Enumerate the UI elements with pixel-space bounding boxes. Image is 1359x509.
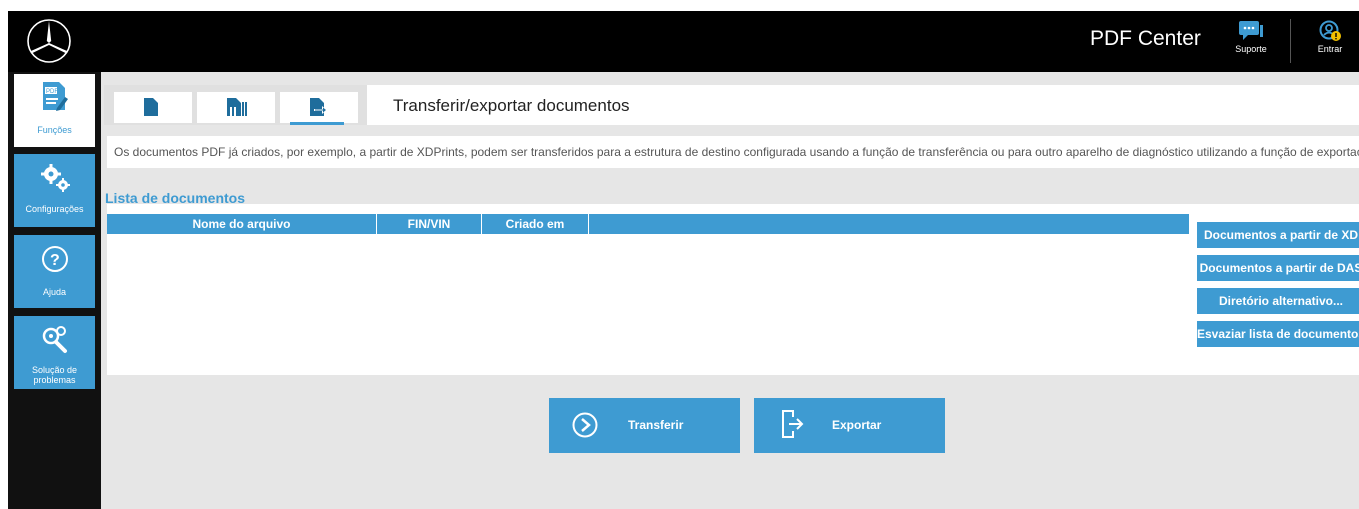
- alternative-directory-button[interactable]: Diretório alternativo...: [1197, 288, 1359, 314]
- export-icon: [782, 410, 804, 438]
- transfer-label: Transferir: [628, 418, 684, 432]
- svg-text:?: ?: [50, 252, 60, 269]
- tab-document-stack[interactable]: [197, 92, 275, 123]
- gears-icon: [41, 164, 70, 192]
- support-label: Suporte: [1235, 44, 1267, 54]
- export-label: Exportar: [832, 418, 882, 432]
- divider: [1290, 19, 1291, 63]
- sidebar-item-ajuda[interactable]: ? Ajuda: [14, 235, 95, 308]
- clear-document-list-button[interactable]: Esvaziar lista de documentos: [1197, 321, 1359, 347]
- table-header: Nome do arquivo FIN/VIN Criado em: [107, 214, 1189, 234]
- active-tab-indicator: [290, 122, 344, 125]
- document-stack-icon: [227, 98, 247, 116]
- top-bar: PDF Center Suporte Entrar: [8, 11, 1359, 72]
- column-header-created[interactable]: Criado em: [482, 214, 589, 234]
- sidebar-item-label: Funções: [37, 125, 72, 135]
- column-header-filename[interactable]: Nome do arquivo: [107, 214, 377, 234]
- sidebar-item-label: Configurações: [25, 204, 84, 214]
- column-header-empty: [589, 214, 1189, 234]
- description-box: Os documentos PDF já criados, por exempl…: [107, 136, 1359, 168]
- sidebar-item-funcoes[interactable]: PDF Funções: [14, 74, 95, 147]
- sidebar-item-label: Solução de problemas: [31, 365, 78, 385]
- mercedes-star-icon: [27, 19, 71, 63]
- page-title: Transferir/exportar documentos: [393, 96, 630, 115]
- support-button[interactable]: Suporte: [1223, 17, 1279, 65]
- login-label: Entrar: [1317, 44, 1343, 54]
- column-header-fin-vin[interactable]: FIN/VIN: [377, 214, 482, 234]
- sidebar: PDF Funções Configurações ? Ajuda Soluçã…: [8, 72, 101, 509]
- main-content: Transferir/exportar documentos Os docume…: [101, 72, 1359, 509]
- sidebar-item-label: Ajuda: [42, 287, 67, 297]
- document-icon: [144, 98, 158, 116]
- documents-from-xd-button[interactable]: Documentos a partir de XD: [1197, 222, 1359, 248]
- help-icon: ?: [42, 246, 68, 272]
- tab-transfer-export[interactable]: [280, 92, 358, 125]
- section-header: Transferir/exportar documentos: [367, 85, 1359, 125]
- sidebar-item-configuracoes[interactable]: Configurações: [14, 154, 95, 227]
- tab-documents[interactable]: [114, 92, 192, 123]
- description-text: Os documentos PDF já criados, por exempl…: [114, 145, 1359, 159]
- chat-support-icon: [1239, 21, 1263, 40]
- transfer-button[interactable]: Transferir: [549, 398, 740, 453]
- document-export-icon: [310, 98, 327, 116]
- login-button[interactable]: Entrar: [1302, 17, 1358, 65]
- user-login-icon: [1319, 20, 1341, 41]
- document-list-panel: Nome do arquivo FIN/VIN Criado em Docume…: [107, 204, 1359, 375]
- export-button[interactable]: Exportar: [754, 398, 945, 453]
- arrow-circle-right-icon: [572, 412, 598, 438]
- app-window: PDF Center Suporte Entrar PDF Funções Co…: [8, 11, 1359, 509]
- pdf-document-icon: PDF: [43, 82, 68, 111]
- svg-text:PDF: PDF: [46, 89, 58, 95]
- app-title: PDF Center: [1090, 27, 1201, 50]
- sidebar-item-solucao-de-problemas[interactable]: Solução de problemas: [14, 316, 95, 389]
- documents-from-das-button[interactable]: Documentos a partir de DAS: [1197, 255, 1359, 281]
- troubleshoot-gears-icon: [42, 326, 67, 353]
